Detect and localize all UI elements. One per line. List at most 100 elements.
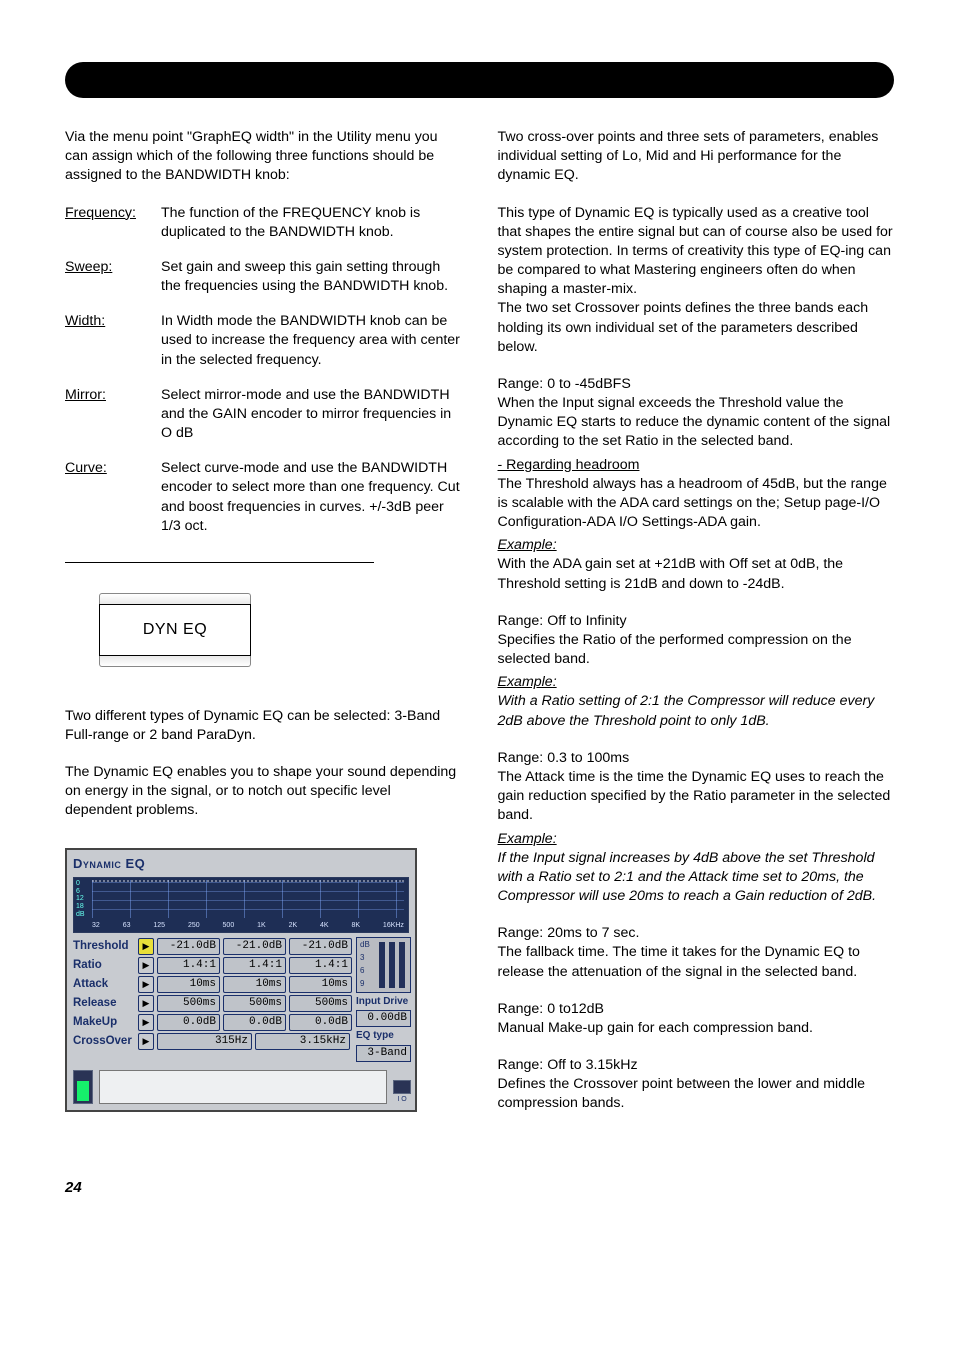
- row-makeup: MakeUp ▶ 0.0dB 0.0dB 0.0dB: [73, 1013, 352, 1032]
- desc: Set gain and sweep this gain setting thr…: [161, 258, 462, 296]
- desc: Select mirror-mode and use the BANDWIDTH…: [161, 386, 462, 444]
- dyn-eq-tab-label: DYN EQ: [99, 604, 251, 656]
- option-frequency: Frequency: The function of the FREQUENCY…: [65, 204, 462, 242]
- preset-name-field[interactable]: [99, 1070, 387, 1104]
- eq-graph: 0 6 12 18 dB 32 63 125 250 500 1K 2: [73, 877, 409, 933]
- xtick: 500: [223, 921, 235, 930]
- xtick: 1K: [257, 921, 266, 930]
- xtick: 8K: [351, 921, 360, 930]
- xtick: 16KHz: [383, 921, 404, 930]
- range: Range: 20ms to 7 sec.: [498, 924, 895, 943]
- range: Range: Off to 3.15kHz: [498, 1056, 895, 1075]
- ratio-lo[interactable]: 1.4:1: [157, 957, 220, 974]
- label: CrossOver: [73, 1034, 135, 1050]
- body: The Attack time is the time the Dynamic …: [498, 768, 895, 826]
- release-hi[interactable]: 500ms: [289, 995, 352, 1012]
- example-body: If the Input signal increases by 4dB abo…: [498, 849, 895, 907]
- range: Range: 0.3 to 100ms: [498, 749, 895, 768]
- makeup-mid[interactable]: 0.0dB: [223, 1014, 286, 1031]
- range: Range: Off to Infinity: [498, 612, 895, 631]
- body: Defines the Crossover point between the …: [498, 1075, 895, 1113]
- section-release: Range: 20ms to 7 sec. The fallback time.…: [498, 924, 895, 982]
- xtick: 2K: [289, 921, 298, 930]
- section-attack: Range: 0.3 to 100ms The Attack time is t…: [498, 749, 895, 906]
- desc: Select curve-mode and use the BANDWIDTH …: [161, 459, 462, 536]
- section-threshold: Range: 0 to -45dBFS When the Input signa…: [498, 375, 895, 594]
- body: The fallback time. The time it takes for…: [498, 943, 895, 981]
- bandwidth-options: Frequency: The function of the FREQUENCY…: [65, 204, 462, 536]
- crossover-summary: Two cross-over points and three sets of …: [498, 128, 895, 186]
- desc: The function of the FREQUENCY knob is du…: [161, 204, 462, 242]
- dynamic-eq-panel: Dynamic EQ 0 6 12 18 dB 32 63 125 250: [65, 848, 417, 1112]
- release-mid[interactable]: 500ms: [223, 995, 286, 1012]
- threshold-hi[interactable]: -21.0dB: [289, 938, 352, 955]
- attack-hi[interactable]: 10ms: [289, 976, 352, 993]
- label: Width:: [65, 312, 161, 331]
- xtick: 32: [92, 921, 100, 930]
- creative-use-b: The two set Crossover points defines the…: [498, 300, 869, 354]
- release-lo[interactable]: 500ms: [157, 995, 220, 1012]
- io-caption: I O: [393, 1096, 411, 1104]
- expand-icon[interactable]: ▶: [138, 938, 154, 955]
- crossover-lo[interactable]: 315Hz: [157, 1033, 252, 1050]
- expand-icon[interactable]: ▶: [138, 1033, 154, 1050]
- bandwidth-intro: Via the menu point "GraphEQ width" in th…: [65, 128, 462, 186]
- example-label: Example:: [498, 536, 895, 555]
- ytick: 12: [76, 895, 85, 902]
- ratio-hi[interactable]: 1.4:1: [289, 957, 352, 974]
- input-meter: [73, 1070, 93, 1104]
- page-banner: [65, 62, 894, 98]
- expand-icon[interactable]: ▶: [138, 976, 154, 993]
- expand-icon[interactable]: ▶: [138, 957, 154, 974]
- divider: [65, 562, 374, 563]
- label: Curve:: [65, 459, 161, 478]
- output-meter: I O: [393, 1070, 411, 1104]
- label: Mirror:: [65, 386, 161, 405]
- attack-lo[interactable]: 10ms: [157, 976, 220, 993]
- attack-mid[interactable]: 10ms: [223, 976, 286, 993]
- eq-type-value[interactable]: 3-Band: [356, 1045, 411, 1062]
- label: Frequency:: [65, 204, 161, 223]
- expand-icon[interactable]: ▶: [138, 1014, 154, 1031]
- mtick: dB: [360, 940, 370, 951]
- subhead: - Regarding headroom: [498, 456, 895, 475]
- example-body: With the ADA gain set at +21dB with Off …: [498, 555, 895, 593]
- row-crossover: CrossOver ▶ 315Hz 3.15kHz: [73, 1032, 352, 1051]
- body: When the Input signal exceeds the Thresh…: [498, 394, 895, 452]
- expand-icon[interactable]: ▶: [138, 995, 154, 1012]
- mtick: 9: [360, 979, 370, 990]
- label: Release: [73, 996, 135, 1012]
- subbody: The Threshold always has a headroom of 4…: [498, 475, 895, 533]
- input-drive-label: Input Drive: [356, 995, 411, 1009]
- row-attack: Attack ▶ 10ms 10ms 10ms: [73, 975, 352, 994]
- range: Range: 0 to12dB: [498, 1000, 895, 1019]
- option-sweep: Sweep: Set gain and sweep this gain sett…: [65, 258, 462, 296]
- mtick: 3: [360, 953, 370, 964]
- body: Specifies the Ratio of the performed com…: [498, 631, 895, 669]
- threshold-mid[interactable]: -21.0dB: [223, 938, 286, 955]
- ytick: 18: [76, 903, 85, 910]
- eq-type-label: EQ type: [356, 1029, 411, 1043]
- label: Ratio: [73, 958, 135, 974]
- example-label: Example:: [498, 673, 895, 692]
- ratio-mid[interactable]: 1.4:1: [223, 957, 286, 974]
- example-label: Example:: [498, 830, 895, 849]
- desc: In Width mode the BANDWIDTH knob can be …: [161, 312, 462, 370]
- range: Range: 0 to -45dBFS: [498, 375, 895, 394]
- example-body: With a Ratio setting of 2:1 the Compress…: [498, 692, 895, 730]
- mtick: 6: [360, 966, 370, 977]
- makeup-lo[interactable]: 0.0dB: [157, 1014, 220, 1031]
- ytick: dB: [76, 911, 85, 918]
- ytick: 6: [76, 888, 85, 895]
- xtick: 250: [188, 921, 200, 930]
- makeup-hi[interactable]: 0.0dB: [289, 1014, 352, 1031]
- dyn-eq-intro-2: The Dynamic EQ enables you to shape your…: [65, 763, 462, 821]
- label: Threshold: [73, 939, 135, 955]
- row-ratio: Ratio ▶ 1.4:1 1.4:1 1.4:1: [73, 956, 352, 975]
- input-drive-value[interactable]: 0.00dB: [356, 1010, 411, 1027]
- crossover-hi[interactable]: 3.15kHz: [255, 1033, 350, 1050]
- gain-reduction-meter: dB 3 6 9: [356, 937, 411, 993]
- row-release: Release ▶ 500ms 500ms 500ms: [73, 994, 352, 1013]
- panel-title: Dynamic EQ: [67, 850, 415, 875]
- threshold-lo[interactable]: -21.0dB: [157, 938, 220, 955]
